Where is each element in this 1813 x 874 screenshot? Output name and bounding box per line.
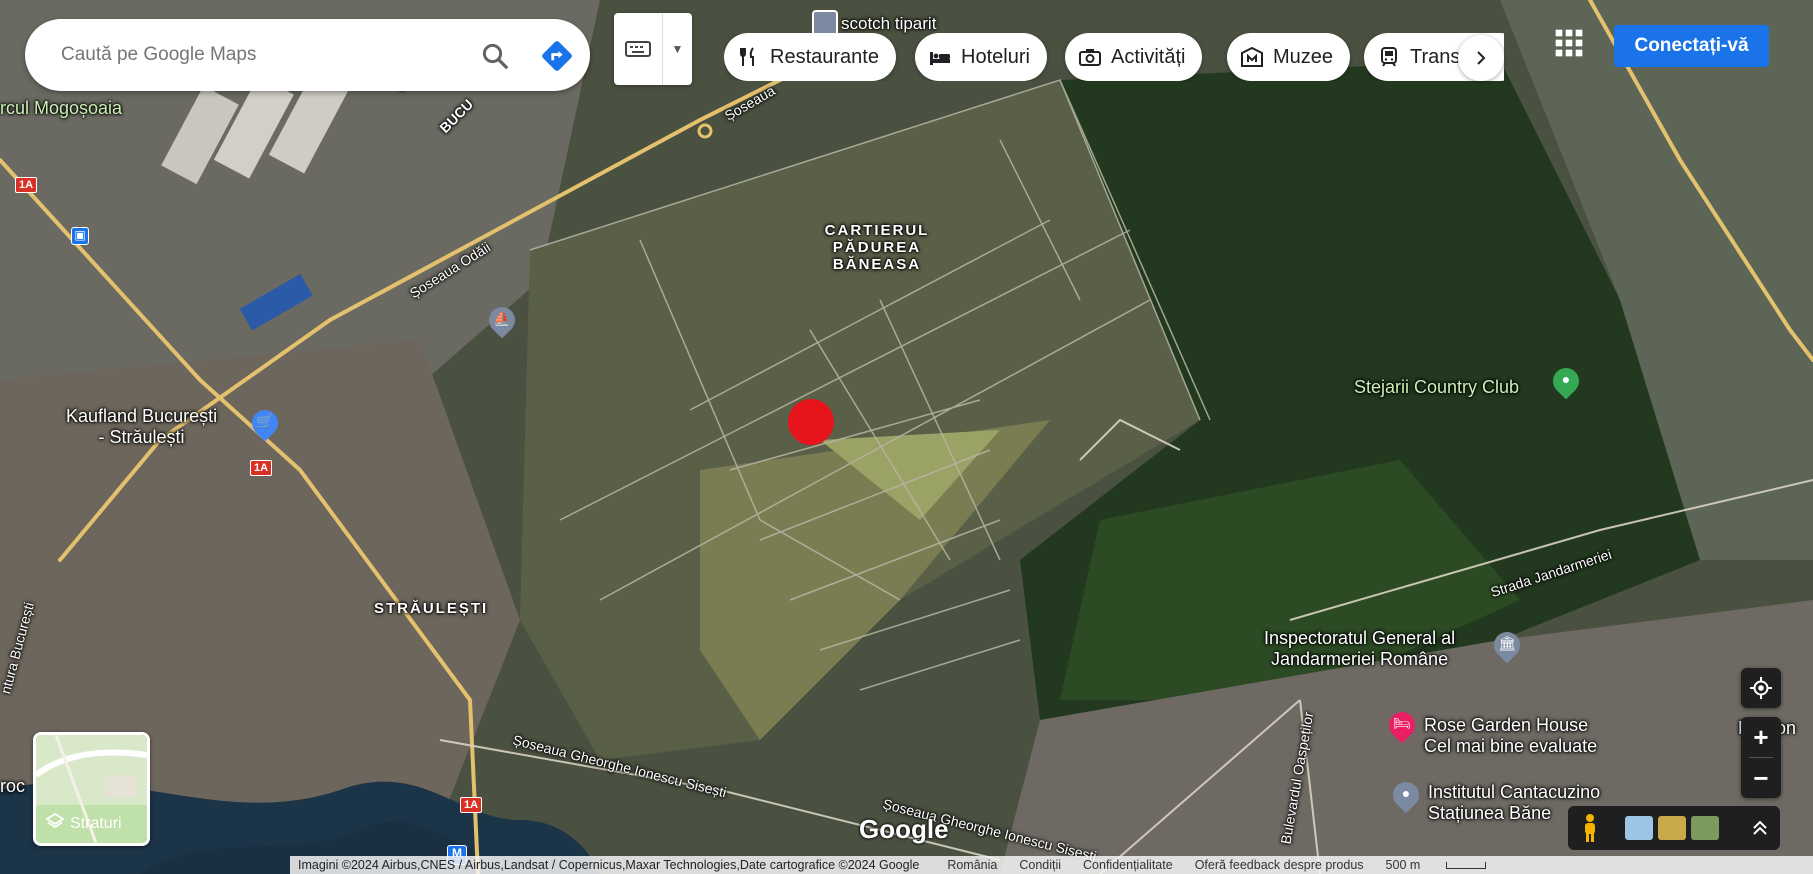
feedback-link[interactable]: Oferă feedback despre produs xyxy=(1195,858,1364,872)
keyboard-icon[interactable] xyxy=(614,13,662,85)
apps-grid-icon[interactable] xyxy=(1553,27,1585,59)
category-chips: Restaurante Hoteluri Activități Muzee Tr… xyxy=(724,33,1504,81)
bed-icon xyxy=(929,46,951,68)
park-label[interactable]: rcul Mogoșoaia xyxy=(0,98,122,119)
country-link[interactable]: România xyxy=(947,858,997,872)
google-logo: Google xyxy=(859,814,949,844)
chip-museums[interactable]: Muzee xyxy=(1227,33,1351,81)
sign-in-button[interactable]: Conectați-vă xyxy=(1614,25,1769,67)
bus-stop-icon[interactable]: ▣ xyxy=(71,227,97,261)
chevron-up-icon[interactable] xyxy=(1746,814,1774,842)
boat-pin-icon[interactable]: ⛵ xyxy=(483,301,521,341)
terms-link[interactable]: Condiții xyxy=(1019,858,1061,872)
input-tools[interactable]: ▼ xyxy=(614,13,692,85)
shopping-pin-icon[interactable]: 🛒 xyxy=(246,404,284,444)
location-marker[interactable] xyxy=(788,399,834,445)
directions-icon[interactable] xyxy=(540,39,574,73)
train-icon xyxy=(1378,46,1400,68)
poi-label-jandarmerie[interactable]: Inspectoratul General al Jandarmeriei Ro… xyxy=(1264,628,1455,670)
attribution-text: Imagini ©2024 Airbus,CNES / Airbus,Lands… xyxy=(298,858,920,872)
camera-icon xyxy=(1079,46,1101,68)
zoom-out-button[interactable]: − xyxy=(1741,758,1781,798)
pegman-icon[interactable] xyxy=(1568,806,1612,850)
chevron-down-icon[interactable]: ▼ xyxy=(663,13,692,85)
poi-label[interactable]: roc xyxy=(0,776,25,797)
map-footer: Imagini ©2024 Airbus,CNES / Airbus,Lands… xyxy=(290,856,1813,874)
road-shield-1a: 1A xyxy=(250,460,273,476)
chip-activities[interactable]: Activități xyxy=(1065,33,1203,81)
road-shield-1a: 1A xyxy=(460,797,483,813)
search-box[interactable] xyxy=(25,19,590,91)
chip-restaurants[interactable]: Restaurante xyxy=(724,33,896,81)
layers-icon xyxy=(45,812,65,835)
thumbnail-icon[interactable] xyxy=(1691,816,1719,840)
layers-label: Straturi xyxy=(70,814,122,832)
government-pin-icon[interactable]: 🏛 xyxy=(1488,626,1526,666)
poi-label[interactable]: scotch tiparit xyxy=(841,14,936,34)
neighborhood-label: STRĂULEȘTI xyxy=(374,600,489,617)
zoom-in-button[interactable]: + xyxy=(1741,717,1781,757)
poi-label-rose-garden[interactable]: Rose Garden House Cel mai bine evaluate xyxy=(1424,715,1597,757)
crosshair-icon xyxy=(1750,677,1772,699)
place-pin-icon[interactable]: ● xyxy=(1387,776,1425,816)
thumbnail-icon[interactable] xyxy=(1658,816,1686,840)
fork-knife-icon xyxy=(738,46,760,68)
poi-label-kaufland[interactable]: Kaufland București - Străulești xyxy=(66,406,217,448)
hotel-pin-icon[interactable]: 🛏 xyxy=(1383,706,1421,746)
thumbnail-icon[interactable] xyxy=(1625,816,1653,840)
search-icon[interactable] xyxy=(480,41,510,71)
imagery-thumbnails[interactable] xyxy=(1625,816,1725,840)
chevron-right-icon[interactable] xyxy=(1458,35,1504,81)
neighborhood-label: CARTIERUL PĂDUREA BĂNEASA xyxy=(824,222,930,273)
park-pin-icon[interactable]: ● xyxy=(1547,362,1585,402)
satellite-map[interactable]: scotch tiparit rcul Mogoșoaia BUCU Ju Șo… xyxy=(0,0,1813,874)
layers-button[interactable]: Straturi xyxy=(33,732,150,846)
privacy-link[interactable]: Confidențialitate xyxy=(1083,858,1173,872)
zoom-controls: + − xyxy=(1741,717,1781,798)
chip-hotels[interactable]: Hoteluri xyxy=(915,33,1047,81)
museum-icon xyxy=(1241,46,1263,68)
search-input[interactable] xyxy=(61,44,441,66)
poi-label-stejarii[interactable]: Stejarii Country Club xyxy=(1354,377,1519,398)
my-location-button[interactable] xyxy=(1741,668,1781,708)
scale-bar[interactable]: 500 m xyxy=(1386,858,1509,872)
road-shield-1a: 1A xyxy=(15,177,38,193)
